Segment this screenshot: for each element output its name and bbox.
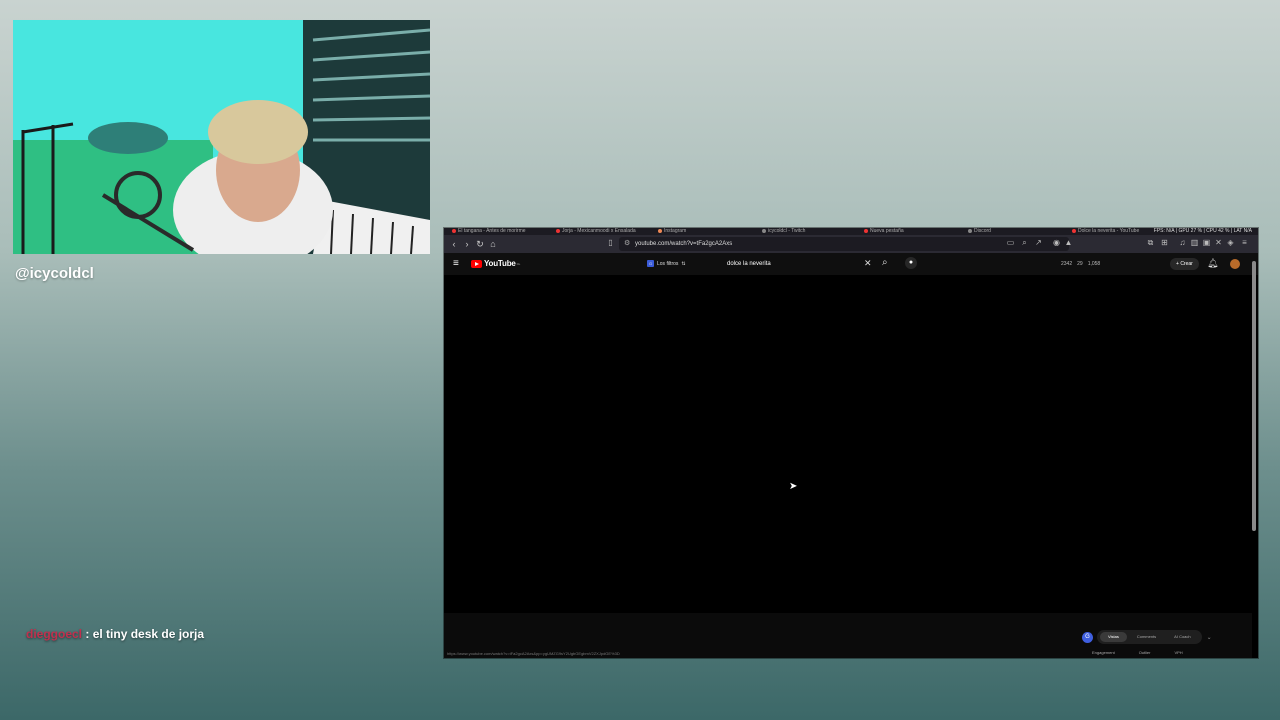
swap-icon: ⇅ (681, 260, 686, 267)
youtube-logo[interactable]: YouTube CL (471, 259, 520, 268)
chat-username: dieggoecl (26, 627, 83, 641)
tab[interactable]: Nueva pestaña (864, 228, 904, 234)
extension-icon[interactable]: ✕ (1214, 238, 1223, 247)
tab[interactable]: Discord (968, 228, 991, 234)
music-icon[interactable]: ♫ (1178, 238, 1187, 247)
search-input[interactable]: dolce la neverita (723, 258, 873, 270)
tab[interactable]: El tangana - Antes de morirme (452, 228, 526, 234)
widget-logo-icon[interactable]: G (1082, 631, 1093, 643)
filter-badge-icon: G (647, 260, 654, 267)
counter: 29 (1077, 261, 1083, 267)
avatar[interactable] (1230, 259, 1240, 269)
widget-tab-views[interactable]: Vistas (1100, 632, 1127, 642)
forward-icon[interactable]: › (461, 238, 473, 250)
home-icon[interactable]: ⌂ (487, 238, 499, 250)
extension-icon[interactable]: ⊞ (1160, 238, 1169, 247)
browser-window: El tangana - Antes de morirme Jorja - Me… (444, 228, 1258, 658)
analytics-widget: G Vistas Comments AI Coach ⌄ (1082, 629, 1212, 645)
streamer-handle: @icycoldcl (15, 265, 94, 282)
webcam-feed (13, 20, 430, 254)
chevron-down-icon[interactable]: ⌄ (1207, 634, 1212, 641)
site-info-icon[interactable]: ⚙ (624, 237, 630, 251)
tab-active[interactable]: Dolce la neverita - YouTube (1072, 228, 1139, 234)
scrollbar[interactable] (1252, 261, 1256, 531)
widget-metrics: Engagement Outlier VPH (1092, 650, 1183, 655)
youtube-play-icon (471, 259, 482, 268)
filters-button[interactable]: G Los filtros ⇅ (647, 260, 686, 267)
widget-tab-comments[interactable]: Comments (1129, 632, 1164, 642)
counter: 1,058 (1087, 261, 1101, 267)
zoom-icon[interactable]: ⌕ (1020, 238, 1029, 247)
metric-label: Outlier (1138, 650, 1151, 655)
metric-label: Engagement (1092, 650, 1115, 655)
notifications-bell-icon[interactable]: 🔔︎ (1207, 258, 1218, 269)
chat-separator: : (82, 627, 93, 641)
hamburger-icon[interactable]: ≡ (453, 258, 459, 269)
search-icon[interactable]: ⌕ (882, 257, 888, 268)
widget-tabs: Vistas Comments AI Coach (1097, 630, 1202, 644)
address-bar[interactable]: ⚙ youtube.com/watch?v=tFa2gcA2Axs (619, 237, 1069, 251)
extension-icon[interactable]: ⧉ (1146, 238, 1155, 247)
reload-icon[interactable]: ↻ (474, 238, 486, 250)
url-text: youtube.com/watch?v=tFa2gcA2Axs (635, 241, 733, 247)
reader-icon[interactable]: ▭ (1006, 238, 1015, 247)
back-icon[interactable]: ‹ (448, 238, 460, 250)
menu-icon[interactable]: ≡ (1240, 238, 1249, 247)
tab-bar: El tangana - Antes de morirme Jorja - Me… (444, 228, 1258, 235)
extension-icon[interactable]: ◉ (1052, 238, 1061, 247)
share-icon[interactable]: ↗ (1034, 238, 1043, 247)
create-button[interactable]: + Crear (1170, 258, 1199, 270)
status-url: https://www.youtube.com/watch?v=tFa2gcA2… (447, 651, 620, 656)
extension-icon[interactable]: ▲ (1064, 238, 1073, 247)
mouse-cursor-icon: ➤ (789, 481, 798, 492)
tab[interactable]: Jorja - Mexicanmoodi x Ensalada (556, 228, 636, 234)
extension-icon[interactable]: ▣ (1202, 238, 1211, 247)
widget-tab-ai-coach[interactable]: AI Coach (1166, 632, 1198, 642)
stats-counters: 2342 29 1,058 (1061, 261, 1100, 267)
webcam-image (13, 20, 430, 254)
metric-label: VPH (1174, 650, 1183, 655)
nav-bar: ‹ › ↻ ⌂ ▯ ⚙ youtube.com/watch?v=tFa2gcA2… (444, 235, 1258, 261)
bookmark-icon[interactable]: ▯ (606, 238, 615, 247)
counter: 2342 (1061, 261, 1073, 267)
chat-text: el tiny desk de jorja (92, 627, 205, 641)
sidebar-icon[interactable]: ▥ (1190, 238, 1199, 247)
chat-message: dieggoecl : el tiny desk de jorja (26, 627, 204, 641)
tab[interactable]: icycoldcl - Twitch (762, 228, 805, 234)
system-stats: FPS: N/A | GPU 27 % | CPU 42 % | LAT N/A (1153, 228, 1252, 234)
youtube-header: ≡ YouTube CL G Los filtros ⇅ dolce la nev… (444, 253, 1258, 275)
tab[interactable]: Instagram (658, 228, 686, 234)
mic-icon[interactable]: ● (905, 257, 917, 269)
clear-search-icon[interactable]: ✕ (864, 258, 872, 269)
shield-icon[interactable]: ◈ (1226, 238, 1235, 247)
